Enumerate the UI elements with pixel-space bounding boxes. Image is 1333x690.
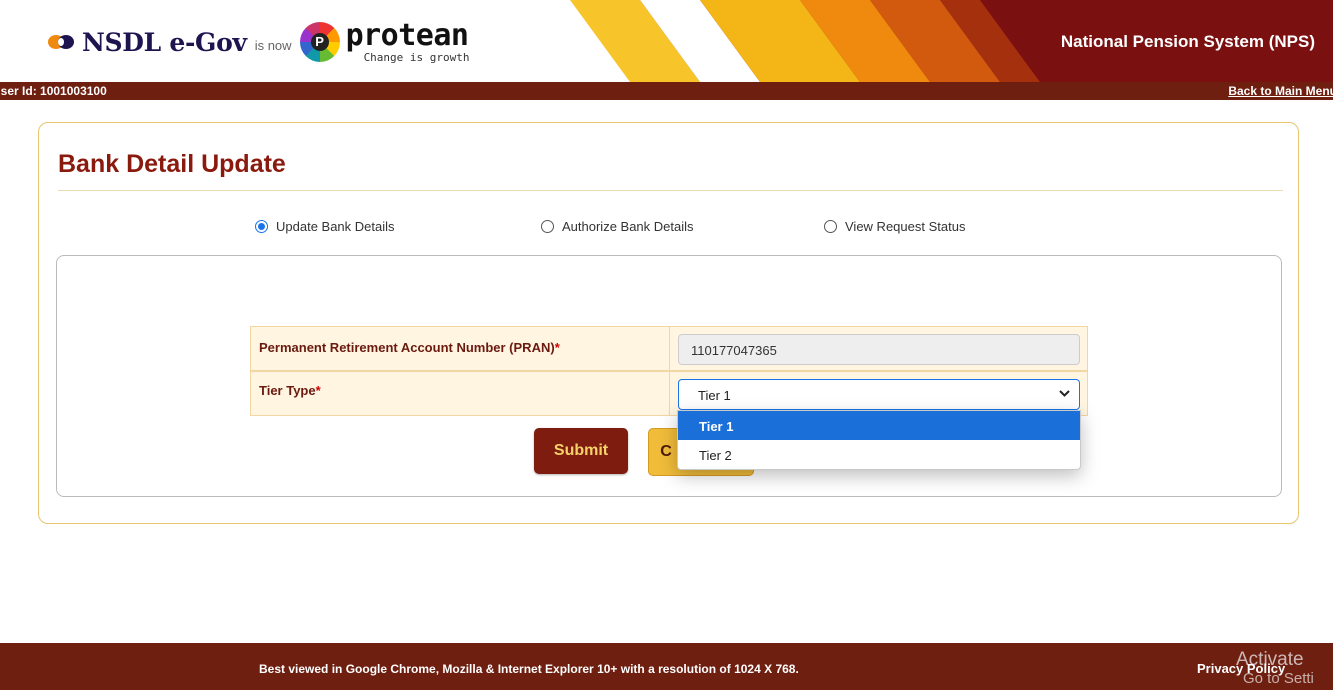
user-id-label: Jser Id: 1001003100 — [0, 84, 107, 98]
radio-button[interactable] — [541, 220, 554, 233]
brand-logos: NSDL e-Gov is now P protean Change is gr… — [46, 20, 470, 64]
tier-type-label: Tier Type* — [259, 383, 321, 398]
dropdown-option-tier-2[interactable]: Tier 2 — [678, 440, 1080, 469]
bank-detail-panel: Bank Detail Update Update Bank Details A… — [38, 122, 1299, 524]
radio-update-bank-details[interactable]: Update Bank Details — [255, 219, 395, 234]
radio-button[interactable] — [824, 220, 837, 233]
is-now-text: is now — [254, 37, 292, 53]
title-divider — [58, 190, 1283, 191]
submit-button[interactable]: Submit — [534, 428, 628, 474]
tier-type-select[interactable]: Tier 1 — [678, 379, 1080, 410]
nsdl-logo-icon — [46, 31, 76, 53]
system-title: National Pension System (NPS) — [1060, 32, 1315, 51]
protean-brand-text: protean — [345, 18, 469, 53]
user-bar: Jser Id: 1001003100 Back to Main Menu — [0, 82, 1333, 100]
protean-tagline: Change is growth — [363, 51, 470, 64]
radio-label: Update Bank Details — [276, 219, 395, 234]
nsdl-brand-text: NSDL e-Gov — [82, 27, 247, 57]
pran-row: Permanent Retirement Account Number (PRA… — [250, 326, 1088, 371]
privacy-policy-link[interactable]: Privacy Policy — [1197, 661, 1285, 676]
back-to-main-menu-link[interactable]: Back to Main Menu — [1228, 84, 1333, 98]
tier-selected-value: Tier 1 — [698, 388, 731, 403]
radio-view-request-status[interactable]: View Request Status — [824, 219, 965, 234]
form-container: Permanent Retirement Account Number (PRA… — [56, 255, 1282, 497]
protean-logo-icon: P — [299, 22, 340, 62]
pran-label: Permanent Retirement Account Number (PRA… — [259, 340, 560, 355]
site-header: NSDL e-Gov is now P protean Change is gr… — [0, 0, 1333, 82]
radio-label: Authorize Bank Details — [562, 219, 694, 234]
chevron-down-icon — [1059, 390, 1070, 397]
radio-authorize-bank-details[interactable]: Authorize Bank Details — [541, 219, 694, 234]
site-footer: Best viewed in Google Chrome, Mozilla & … — [0, 643, 1333, 690]
browser-recommendation-note: Best viewed in Google Chrome, Mozilla & … — [259, 662, 799, 676]
radio-button-checked[interactable] — [255, 220, 268, 233]
pran-field[interactable]: 110177047365 — [678, 334, 1080, 365]
page-title: Bank Detail Update — [58, 150, 286, 178]
dropdown-option-tier-1[interactable]: Tier 1 — [678, 411, 1080, 440]
radio-label: View Request Status — [845, 219, 966, 234]
tier-type-dropdown-list: Tier 1 Tier 2 — [677, 410, 1081, 470]
